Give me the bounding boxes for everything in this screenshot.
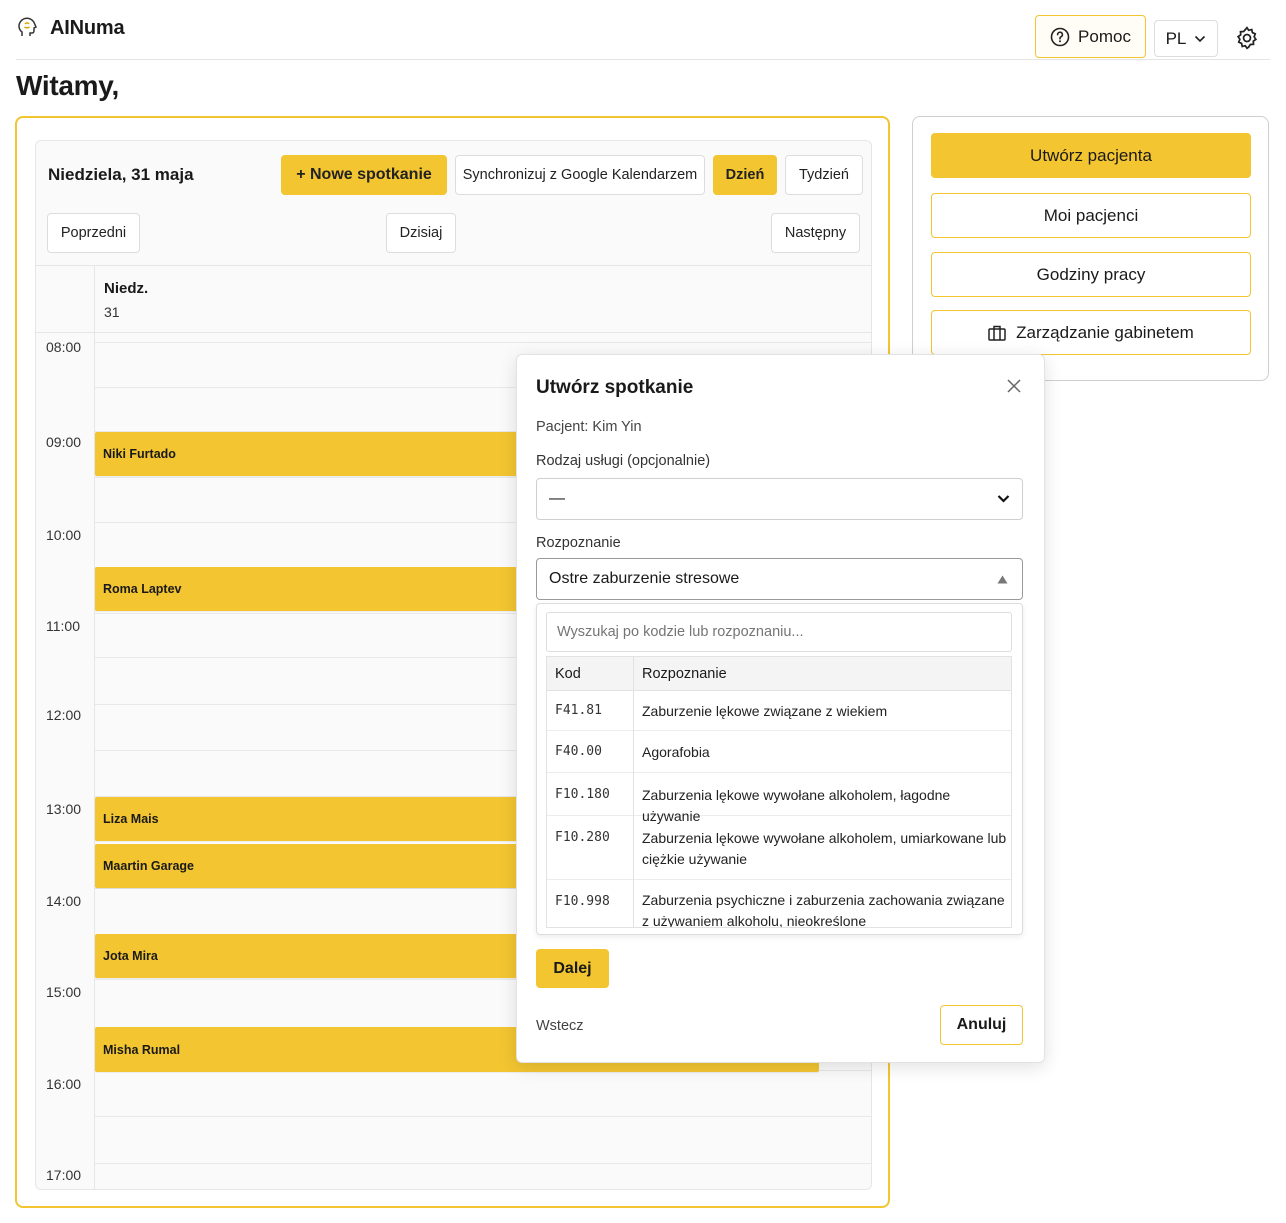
diagnosis-search-input[interactable] xyxy=(546,612,1012,652)
hour-label: 17:00 xyxy=(46,1167,82,1183)
back-link[interactable]: Wstecz xyxy=(536,1018,584,1034)
service-type-value: — xyxy=(549,490,565,507)
diagnosis-label: Rozpoznanie xyxy=(536,535,621,551)
day-column-header: Niedz. 31 xyxy=(36,265,871,333)
table-row[interactable]: F40.00 Agorafobia xyxy=(547,732,1011,773)
hour-label: 08:00 xyxy=(46,339,82,355)
chevron-down-icon xyxy=(1195,35,1206,42)
hour-label: 15:00 xyxy=(46,984,82,1000)
appointment-event[interactable]: Niki Furtado xyxy=(95,432,565,476)
hour-label: 16:00 xyxy=(46,1076,82,1092)
app-name: AINuma xyxy=(50,16,125,39)
diagnosis-select[interactable]: Ostre zaburzenie stresowe xyxy=(536,558,1023,600)
hour-label: 14:00 xyxy=(46,893,82,909)
table-row[interactable]: F41.81 Zaburzenie lękowe związane z wiek… xyxy=(547,692,1011,731)
diagnosis-value: Ostre zaburzenie stresowe xyxy=(549,570,740,587)
appointment-event[interactable]: Jota Mira xyxy=(95,934,565,978)
working-hours-button[interactable]: Godziny pracy xyxy=(931,252,1251,297)
logo[interactable]: AINuma xyxy=(16,16,125,40)
create-appointment-modal: Utwórz spotkanie Pacjent: Kim Yin Rodzaj… xyxy=(516,354,1045,1063)
slot-line xyxy=(95,1116,871,1117)
create-patient-button[interactable]: Utwórz pacjenta xyxy=(931,133,1251,178)
question-circle-icon xyxy=(1050,27,1070,46)
my-patients-button[interactable]: Moi pacjenci xyxy=(931,193,1251,238)
diagnosis-code: F10.998 xyxy=(555,894,610,909)
slot-line xyxy=(95,1163,871,1164)
patient-name: Pacjent: Kim Yin xyxy=(536,419,642,435)
hour-label: 12:00 xyxy=(46,707,82,723)
tab-week[interactable]: Tydzień xyxy=(785,155,863,195)
column-header-code: Kod xyxy=(555,665,581,682)
hour-label: 13:00 xyxy=(46,801,82,817)
briefcase-icon xyxy=(988,325,1006,341)
table-row[interactable]: F10.280 Zaburzenia lękowe wywołane alkoh… xyxy=(547,817,1011,880)
column-divider xyxy=(633,657,634,927)
service-type-label: Rodzaj usługi (opcjonalnie) xyxy=(536,453,711,469)
help-label: Pomoc xyxy=(1078,26,1131,46)
brain-head-icon xyxy=(18,17,37,36)
office-management-button[interactable]: Zarządzanie gabinetem xyxy=(931,310,1251,355)
day-name: Niedz. xyxy=(104,280,149,297)
diagnosis-dropdown: Kod Rozpoznanie F41.81 Zaburzenie lękowe… xyxy=(536,603,1023,935)
appointment-event[interactable]: Maartin Garage xyxy=(95,844,565,888)
diagnosis-code: F10.280 xyxy=(555,830,610,845)
diagnosis-code: F41.81 xyxy=(555,703,602,718)
new-appointment-button[interactable]: + Nowe spotkanie xyxy=(281,155,447,195)
office-management-label: Zarządzanie gabinetem xyxy=(1016,322,1194,342)
diagnosis-table: Kod Rozpoznanie F41.81 Zaburzenie lękowe… xyxy=(546,656,1012,928)
next-button[interactable]: Następny xyxy=(771,213,860,253)
language-select[interactable]: PL xyxy=(1154,20,1218,57)
close-icon[interactable] xyxy=(1005,377,1023,395)
side-panel: Utwórz pacjenta Moi pacjenci Godziny pra… xyxy=(912,116,1269,381)
day-number: 31 xyxy=(104,304,120,320)
column-header-diagnosis: Rozpoznanie xyxy=(642,665,727,682)
diagnosis-description: Zaburzenia psychiczne i zaburzenia zacho… xyxy=(642,892,1005,928)
help-button[interactable]: Pomoc xyxy=(1035,15,1146,58)
hour-label: 09:00 xyxy=(46,434,82,450)
settings-gear-icon[interactable] xyxy=(1234,25,1260,51)
slot-line xyxy=(95,342,871,343)
service-type-select[interactable]: — xyxy=(536,478,1023,520)
today-button[interactable]: Dzisiaj xyxy=(386,213,456,253)
table-row[interactable]: F10.180 Zaburzenia lękowe wywołane alkoh… xyxy=(547,774,1011,824)
google-sync-button[interactable]: Synchronizuj z Google Kalendarzem xyxy=(455,155,705,195)
appointment-event[interactable]: Liza Mais xyxy=(95,797,565,841)
chevron-down-icon xyxy=(997,495,1010,503)
top-bar: AINuma Pomoc PL xyxy=(16,8,1270,60)
hour-label: 11:00 xyxy=(46,618,80,634)
diagnosis-description: Zaburzenia lękowe wywołane alkoholem, um… xyxy=(642,830,1007,867)
diagnosis-code: F40.00 xyxy=(555,744,602,759)
calendar-date-title: Niedziela, 31 maja xyxy=(48,165,194,184)
cancel-button[interactable]: Anuluj xyxy=(940,1005,1023,1045)
welcome-heading: Witamy, xyxy=(16,70,119,101)
diagnosis-description: Agorafobia xyxy=(642,744,710,760)
diagnosis-description: Zaburzenie lękowe związane z wiekiem xyxy=(642,703,888,719)
tab-day[interactable]: Dzień xyxy=(713,155,777,195)
table-header: Kod Rozpoznanie xyxy=(547,657,1011,691)
next-step-button[interactable]: Dalej xyxy=(536,949,609,988)
previous-button[interactable]: Poprzedni xyxy=(47,213,140,253)
appointment-event[interactable]: Roma Laptev xyxy=(95,567,565,611)
table-row[interactable]: F10.998 Zaburzenia psychiczne i zaburzen… xyxy=(547,881,1011,928)
triangle-up-icon xyxy=(997,575,1008,584)
modal-title: Utwórz spotkanie xyxy=(536,377,694,398)
hour-label: 10:00 xyxy=(46,527,82,543)
language-value: PL xyxy=(1165,28,1187,48)
diagnosis-code: F10.180 xyxy=(555,787,610,802)
